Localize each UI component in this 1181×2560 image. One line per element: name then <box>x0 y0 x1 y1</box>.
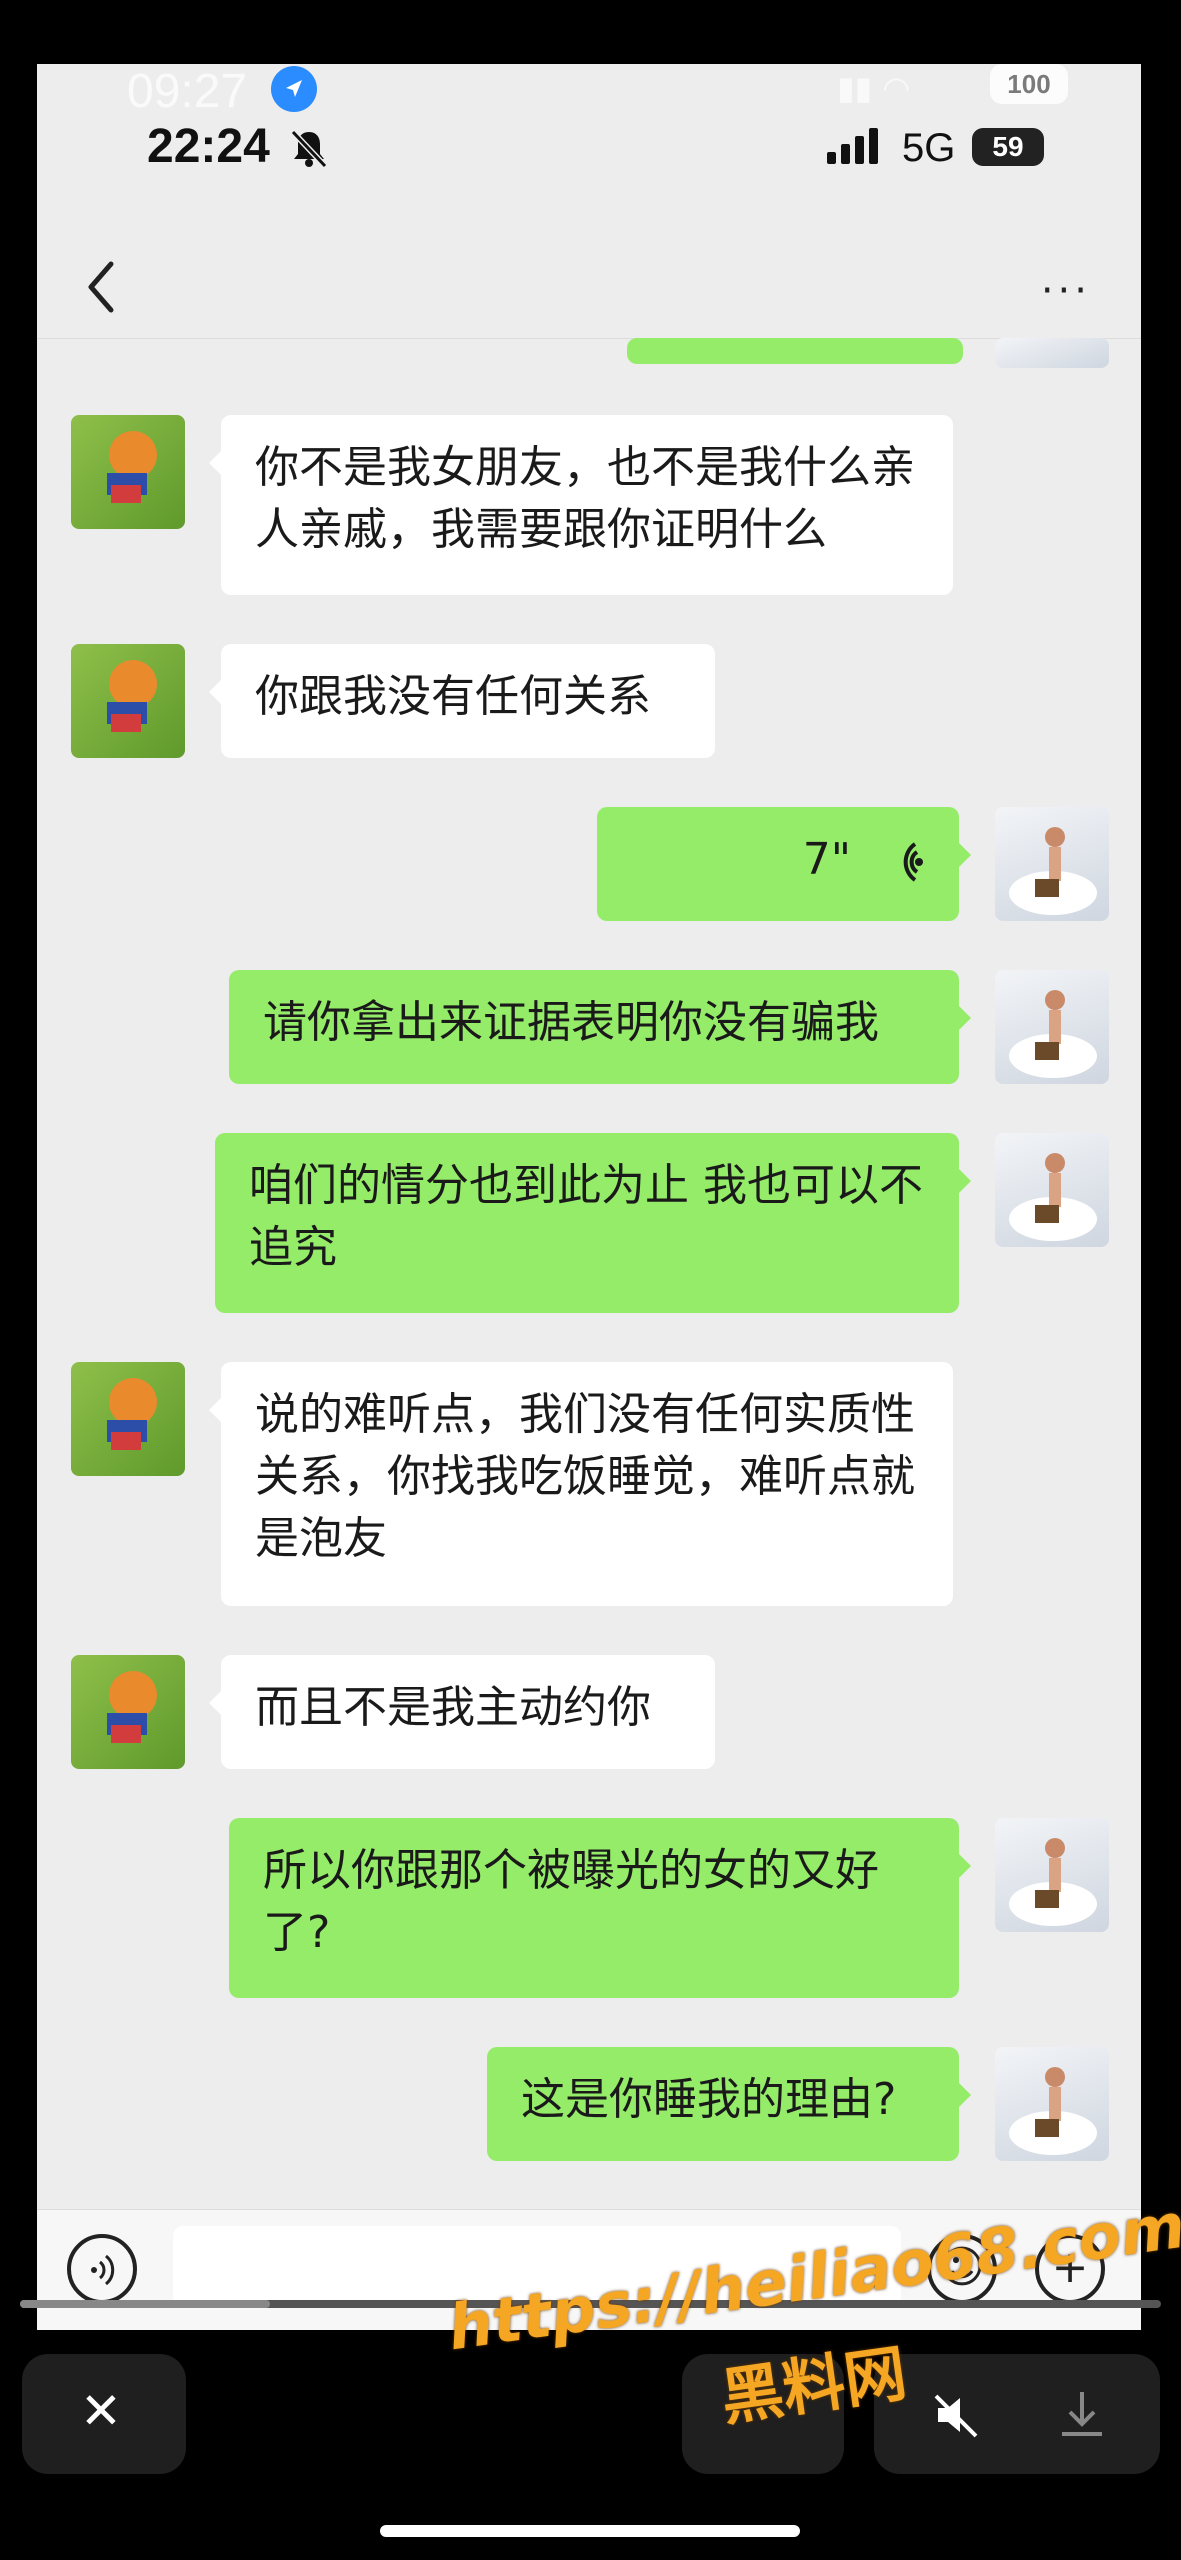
message-text: 你不是我女朋友，也不是我什么亲人亲戚，我需要跟你证明什么 <box>255 442 915 555</box>
avatar[interactable] <box>995 338 1109 368</box>
mute-icon[interactable] <box>930 2388 984 2442</box>
home-indicator <box>380 2525 800 2537</box>
avatar[interactable] <box>995 2047 1109 2161</box>
download-icon[interactable] <box>1054 2386 1110 2442</box>
message-bubble[interactable]: 你不是我女朋友，也不是我什么亲人亲戚，我需要跟你证明什么 <box>209 415 953 595</box>
message-text: 所以你跟那个被曝光的女的又好了? <box>263 1845 879 1958</box>
message-bubble-cutoff[interactable] <box>627 338 963 364</box>
avatar[interactable] <box>71 644 185 758</box>
message-bubble[interactable]: 这是你睡我的理由? <box>487 2047 971 2161</box>
wifi-icon: ▮▮ ◠ <box>837 69 911 107</box>
status-bar: 09:27 ▮▮ ◠ 100 22:24 5G 59 <box>37 64 1141 234</box>
avatar[interactable] <box>995 1818 1109 1932</box>
voice-message-bubble[interactable]: 7" <box>597 807 971 921</box>
avatar[interactable] <box>71 1655 185 1769</box>
status-time: 22:24 <box>147 120 270 173</box>
voice-input-icon[interactable] <box>67 2234 137 2304</box>
signal-icon <box>827 128 878 164</box>
message-bubble[interactable]: 所以你跟那个被曝光的女的又好了? <box>229 1818 971 1998</box>
chat-screen: 09:27 ▮▮ ◠ 100 22:24 5G 59 ··· 你不是我女朋友，也… <box>37 64 1141 2330</box>
battery-indicator: 59 <box>972 128 1044 166</box>
avatar[interactable] <box>995 807 1109 921</box>
bell-off-icon <box>290 129 328 169</box>
message-text: 说的难听点，我们没有任何实质性关系，你找我吃饭睡觉，难听点就是泡友 <box>255 1389 915 1564</box>
avatar[interactable] <box>995 1133 1109 1247</box>
avatar[interactable] <box>71 415 185 529</box>
more-icon[interactable]: ··· <box>1041 268 1091 314</box>
voice-duration: 7" <box>802 834 851 885</box>
avatar[interactable] <box>995 970 1109 1084</box>
back-chevron-icon[interactable] <box>73 252 133 322</box>
message-text: 请你拿出来证据表明你没有骗我 <box>263 997 879 1048</box>
avatar[interactable] <box>71 1362 185 1476</box>
message-text: 咱们的情分也到此为止 我也可以不追究 <box>249 1160 923 1273</box>
message-bubble[interactable]: 说的难听点，我们没有任何实质性关系，你找我吃饭睡觉，难听点就是泡友 <box>209 1362 953 1606</box>
message-bubble[interactable]: 请你拿出来证据表明你没有骗我 <box>229 970 971 1084</box>
outer-battery: 100 <box>990 64 1068 104</box>
outer-time: 09:27 <box>127 65 248 118</box>
message-bubble[interactable]: 而且不是我主动约你 <box>209 1655 715 1769</box>
message-text: 这是你睡我的理由? <box>521 2074 897 2125</box>
location-arrow-icon <box>271 66 317 112</box>
network-label: 5G <box>902 126 956 170</box>
message-bubble[interactable]: 你跟我没有任何关系 <box>209 644 715 758</box>
media-controls <box>874 2354 1160 2474</box>
close-icon: ✕ <box>80 2382 122 2440</box>
message-bubble[interactable]: 咱们的情分也到此为止 我也可以不追究 <box>215 1133 971 1313</box>
message-text: 你跟我没有任何关系 <box>255 671 651 722</box>
chat-navbar: ··· <box>37 234 1141 339</box>
message-text: 而且不是我主动约你 <box>255 1682 651 1733</box>
close-button[interactable]: ✕ <box>22 2354 186 2474</box>
voice-wave-icon <box>903 842 923 882</box>
